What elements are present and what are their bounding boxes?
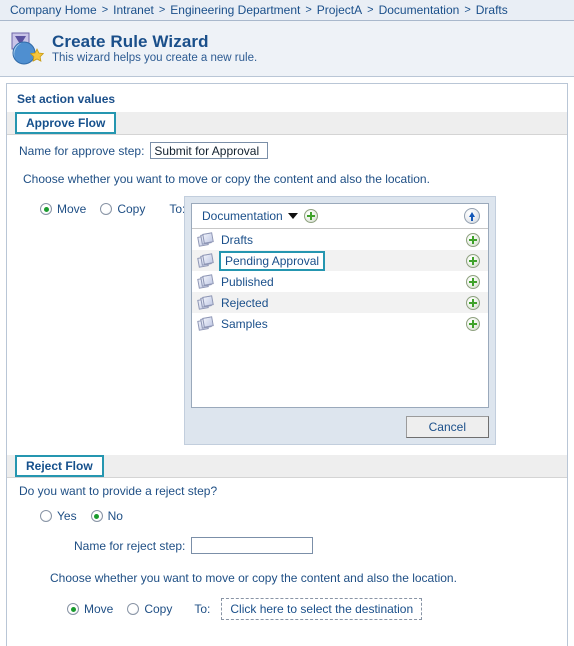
page-subtitle: This wizard helps you create a new rule.: [52, 52, 258, 65]
green-plus-icon[interactable]: [466, 316, 480, 331]
breadcrumb-item-3[interactable]: ProjectA: [317, 3, 362, 17]
list-item-label[interactable]: Rejected: [219, 296, 270, 310]
list-item-label[interactable]: Samples: [219, 317, 270, 331]
reject-yes-no-row: Yes No: [7, 498, 567, 523]
cancel-button[interactable]: Cancel: [405, 416, 489, 438]
approve-move-label[interactable]: Move: [57, 202, 86, 216]
approve-move-radio[interactable]: [40, 203, 52, 215]
breadcrumb-item-2[interactable]: Engineering Department: [170, 3, 300, 17]
reject-copy-radio[interactable]: [127, 603, 140, 615]
approve-step-name-label: Name for approve step:: [19, 143, 145, 158]
breadcrumb-separator: >: [305, 4, 312, 16]
breadcrumb-separator: >: [464, 4, 471, 16]
green-plus-icon[interactable]: [466, 274, 480, 289]
breadcrumb-item-5[interactable]: Drafts: [476, 3, 508, 17]
folder-icon: [197, 273, 214, 289]
folder-icon: [197, 294, 214, 310]
reject-move-radio[interactable]: [67, 603, 79, 615]
select-destination-button[interactable]: Click here to select the destination: [221, 598, 423, 620]
list-item[interactable]: Drafts: [192, 229, 488, 250]
list-item[interactable]: Pending Approval: [192, 250, 488, 271]
list-item-label[interactable]: Published: [219, 275, 276, 289]
blue-up-arrow-icon[interactable]: [464, 208, 480, 224]
approve-flow-help-text: Choose whether you want to move or copy …: [23, 172, 430, 186]
section-title: Set action values: [17, 92, 116, 106]
green-plus-icon[interactable]: [466, 253, 480, 268]
reject-step-name-label: Name for reject step:: [74, 538, 186, 553]
approve-copy-label[interactable]: Copy: [117, 202, 145, 216]
green-plus-icon[interactable]: [466, 232, 480, 247]
approve-copy-radio[interactable]: [100, 203, 113, 215]
destination-folder-list: Documentation Drafts Pending Approval Pu…: [191, 203, 489, 408]
reject-flow-question: Do you want to provide a reject step?: [19, 484, 218, 498]
breadcrumb-separator: >: [158, 4, 166, 16]
reject-move-label[interactable]: Move: [84, 602, 113, 616]
breadcrumb-separator: >: [101, 4, 109, 16]
tab-reject-flow[interactable]: Reject Flow: [15, 455, 104, 477]
destination-picker-panel: Documentation Drafts Pending Approval Pu…: [184, 196, 496, 445]
folder-icon: [197, 231, 214, 247]
breadcrumb-separator: >: [367, 4, 374, 16]
list-item[interactable]: Rejected: [192, 292, 488, 313]
page-title: Create Rule Wizard: [52, 31, 209, 51]
reject-step-name-row: Name for reject step:: [7, 523, 567, 554]
wizard-content-panel: Set action values Approve Flow Name for …: [6, 83, 568, 646]
reject-flow-help-text: Choose whether you want to move or copy …: [50, 571, 457, 585]
reject-flow-tabbar: Reject Flow: [7, 455, 567, 478]
reject-copy-label[interactable]: Copy: [144, 602, 172, 616]
wizard-star-icon: [10, 32, 45, 66]
reject-yes-label[interactable]: Yes: [57, 509, 77, 523]
picker-footer: Cancel: [191, 408, 489, 438]
picker-header: Documentation: [192, 204, 488, 229]
green-plus-icon[interactable]: [466, 295, 480, 310]
approve-flow-tabbar: Approve Flow: [7, 112, 567, 135]
caret-down-icon[interactable]: [287, 213, 298, 219]
tab-approve-flow[interactable]: Approve Flow: [15, 112, 117, 134]
breadcrumb-item-1[interactable]: Intranet: [113, 3, 154, 17]
breadcrumb-item-4[interactable]: Documentation: [379, 3, 460, 17]
green-plus-icon[interactable]: [303, 209, 318, 223]
reject-to-label: To:: [194, 602, 211, 616]
breadcrumb: Company Home > Intranet > Engineering De…: [0, 0, 574, 21]
reject-step-name-input[interactable]: [191, 537, 314, 554]
picker-current-folder[interactable]: Documentation: [202, 209, 283, 223]
page-header: Create Rule Wizard This wizard helps you…: [0, 21, 574, 77]
folder-icon: [197, 252, 214, 268]
reject-move-copy-row: Move Copy To: Click here to select the d…: [7, 585, 567, 620]
list-item[interactable]: Published: [192, 271, 488, 292]
approve-step-name-input[interactable]: [150, 142, 269, 159]
reject-no-radio[interactable]: [90, 510, 103, 522]
reject-yes-radio[interactable]: [40, 510, 52, 522]
approve-step-name-row: Name for approve step:: [7, 135, 567, 159]
list-item-label[interactable]: Drafts: [219, 233, 255, 247]
list-item[interactable]: Samples: [192, 313, 488, 334]
breadcrumb-item-0[interactable]: Company Home: [10, 3, 97, 17]
reject-no-label[interactable]: No: [108, 509, 123, 523]
list-item-label-selected[interactable]: Pending Approval: [219, 250, 326, 271]
folder-icon: [197, 315, 214, 331]
approve-to-label: To:: [169, 202, 186, 216]
